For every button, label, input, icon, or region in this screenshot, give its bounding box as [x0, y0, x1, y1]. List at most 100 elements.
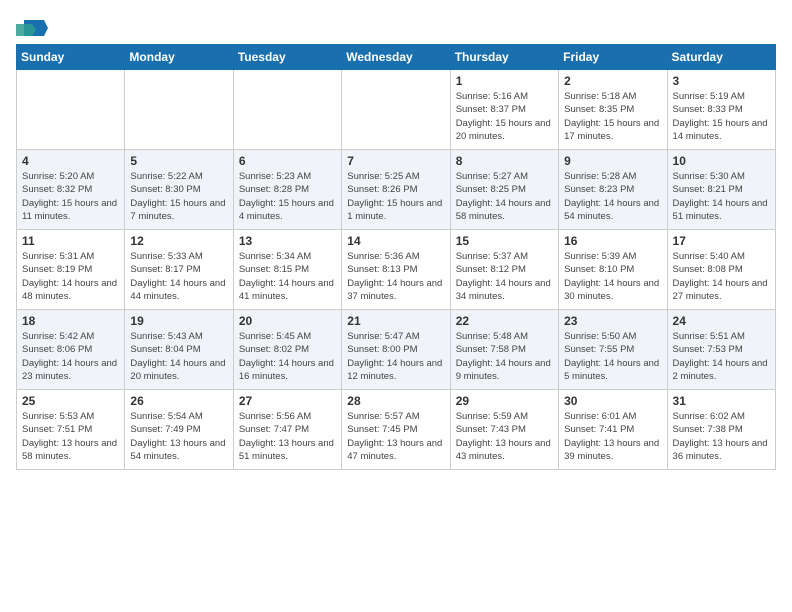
day-content: Sunrise: 5:40 AM Sunset: 8:08 PM Dayligh… [673, 250, 770, 303]
day-number: 10 [673, 154, 770, 168]
day-number: 3 [673, 74, 770, 88]
calendar-cell: 14 Sunrise: 5:36 AM Sunset: 8:13 PM Dayli… [342, 230, 450, 310]
calendar-cell: 18 Sunrise: 5:42 AM Sunset: 8:06 PM Dayli… [17, 310, 125, 390]
calendar-week-row: 25 Sunrise: 5:53 AM Sunset: 7:51 PM Dayli… [17, 390, 776, 470]
calendar-cell: 11 Sunrise: 5:31 AM Sunset: 8:19 PM Dayli… [17, 230, 125, 310]
calendar-cell: 5 Sunrise: 5:22 AM Sunset: 8:30 PM Daylig… [125, 150, 233, 230]
calendar-week-row: 1 Sunrise: 5:16 AM Sunset: 8:37 PM Daylig… [17, 70, 776, 150]
calendar-cell: 22 Sunrise: 5:48 AM Sunset: 7:58 PM Dayli… [450, 310, 558, 390]
day-number: 29 [456, 394, 553, 408]
calendar-cell: 8Sunrise: 5:27 AM Sunset: 8:25 PM Daylig… [450, 150, 558, 230]
day-content: Sunrise: 5:36 AM Sunset: 8:13 PM Dayligh… [347, 250, 444, 303]
day-number: 19 [130, 314, 227, 328]
calendar-cell: 7 Sunrise: 5:25 AM Sunset: 8:26 PM Daylig… [342, 150, 450, 230]
calendar-table: SundayMondayTuesdayWednesdayThursdayFrid… [16, 44, 776, 470]
day-number: 21 [347, 314, 444, 328]
weekday-header: Thursday [450, 45, 558, 70]
day-number: 20 [239, 314, 336, 328]
calendar-cell: 2 Sunrise: 5:18 AM Sunset: 8:35 PM Daylig… [559, 70, 667, 150]
day-number: 26 [130, 394, 227, 408]
calendar-cell: 10 Sunrise: 5:30 AM Sunset: 8:21 PM Dayli… [667, 150, 775, 230]
calendar-cell [233, 70, 341, 150]
calendar-cell: 31Sunrise: 6:02 AM Sunset: 7:38 PM Dayli… [667, 390, 775, 470]
day-number: 31 [673, 394, 770, 408]
day-content: Sunrise: 5:48 AM Sunset: 7:58 PM Dayligh… [456, 330, 553, 383]
day-number: 13 [239, 234, 336, 248]
weekday-header: Tuesday [233, 45, 341, 70]
calendar-cell: 13 Sunrise: 5:34 AM Sunset: 8:15 PM Dayli… [233, 230, 341, 310]
weekday-header: Saturday [667, 45, 775, 70]
day-content: Sunrise: 5:25 AM Sunset: 8:26 PM Dayligh… [347, 170, 444, 223]
calendar-cell: 6Sunrise: 5:23 AM Sunset: 8:28 PM Daylig… [233, 150, 341, 230]
calendar-cell: 28Sunrise: 5:57 AM Sunset: 7:45 PM Dayli… [342, 390, 450, 470]
day-number: 2 [564, 74, 661, 88]
calendar-cell: 4Sunrise: 5:20 AM Sunset: 8:32 PM Daylig… [17, 150, 125, 230]
day-content: Sunrise: 5:20 AM Sunset: 8:32 PM Dayligh… [22, 170, 119, 223]
calendar-cell: 12Sunrise: 5:33 AM Sunset: 8:17 PM Dayli… [125, 230, 233, 310]
calendar-cell: 1 Sunrise: 5:16 AM Sunset: 8:37 PM Daylig… [450, 70, 558, 150]
weekday-header: Sunday [17, 45, 125, 70]
day-number: 16 [564, 234, 661, 248]
day-number: 11 [22, 234, 119, 248]
calendar-cell: 26 Sunrise: 5:54 AM Sunset: 7:49 PM Dayli… [125, 390, 233, 470]
day-content: Sunrise: 5:28 AM Sunset: 8:23 PM Dayligh… [564, 170, 661, 223]
day-content: Sunrise: 5:59 AM Sunset: 7:43 PM Dayligh… [456, 410, 553, 463]
calendar-cell: 9Sunrise: 5:28 AM Sunset: 8:23 PM Daylig… [559, 150, 667, 230]
weekday-header: Wednesday [342, 45, 450, 70]
day-content: Sunrise: 5:19 AM Sunset: 8:33 PM Dayligh… [673, 90, 770, 143]
logo-icon [16, 16, 44, 36]
day-content: Sunrise: 5:47 AM Sunset: 8:00 PM Dayligh… [347, 330, 444, 383]
day-content: Sunrise: 5:43 AM Sunset: 8:04 PM Dayligh… [130, 330, 227, 383]
calendar-cell: 24 Sunrise: 5:51 AM Sunset: 7:53 PM Dayli… [667, 310, 775, 390]
calendar-body: 1 Sunrise: 5:16 AM Sunset: 8:37 PM Daylig… [17, 70, 776, 470]
day-number: 27 [239, 394, 336, 408]
day-number: 25 [22, 394, 119, 408]
day-number: 17 [673, 234, 770, 248]
weekday-header: Monday [125, 45, 233, 70]
day-number: 18 [22, 314, 119, 328]
page-header [16, 16, 776, 36]
day-content: Sunrise: 5:53 AM Sunset: 7:51 PM Dayligh… [22, 410, 119, 463]
day-content: Sunrise: 5:42 AM Sunset: 8:06 PM Dayligh… [22, 330, 119, 383]
day-number: 23 [564, 314, 661, 328]
day-content: Sunrise: 5:30 AM Sunset: 8:21 PM Dayligh… [673, 170, 770, 223]
day-content: Sunrise: 5:37 AM Sunset: 8:12 PM Dayligh… [456, 250, 553, 303]
day-content: Sunrise: 5:18 AM Sunset: 8:35 PM Dayligh… [564, 90, 661, 143]
day-number: 24 [673, 314, 770, 328]
day-number: 7 [347, 154, 444, 168]
day-content: Sunrise: 5:51 AM Sunset: 7:53 PM Dayligh… [673, 330, 770, 383]
calendar-week-row: 4Sunrise: 5:20 AM Sunset: 8:32 PM Daylig… [17, 150, 776, 230]
calendar-cell: 19 Sunrise: 5:43 AM Sunset: 8:04 PM Dayli… [125, 310, 233, 390]
day-content: Sunrise: 5:27 AM Sunset: 8:25 PM Dayligh… [456, 170, 553, 223]
day-content: Sunrise: 5:34 AM Sunset: 8:15 PM Dayligh… [239, 250, 336, 303]
day-content: Sunrise: 5:45 AM Sunset: 8:02 PM Dayligh… [239, 330, 336, 383]
calendar-cell [342, 70, 450, 150]
day-content: Sunrise: 5:31 AM Sunset: 8:19 PM Dayligh… [22, 250, 119, 303]
calendar-cell: 3 Sunrise: 5:19 AM Sunset: 8:33 PM Daylig… [667, 70, 775, 150]
day-number: 6 [239, 154, 336, 168]
calendar-cell: 29 Sunrise: 5:59 AM Sunset: 7:43 PM Dayli… [450, 390, 558, 470]
calendar-cell: 25 Sunrise: 5:53 AM Sunset: 7:51 PM Dayli… [17, 390, 125, 470]
calendar-header: SundayMondayTuesdayWednesdayThursdayFrid… [17, 45, 776, 70]
day-content: Sunrise: 5:16 AM Sunset: 8:37 PM Dayligh… [456, 90, 553, 143]
calendar-cell: 21 Sunrise: 5:47 AM Sunset: 8:00 PM Dayli… [342, 310, 450, 390]
day-number: 1 [456, 74, 553, 88]
day-content: Sunrise: 5:50 AM Sunset: 7:55 PM Dayligh… [564, 330, 661, 383]
weekday-header: Friday [559, 45, 667, 70]
calendar-cell: 23 Sunrise: 5:50 AM Sunset: 7:55 PM Dayli… [559, 310, 667, 390]
calendar-cell: 20 Sunrise: 5:45 AM Sunset: 8:02 PM Dayli… [233, 310, 341, 390]
day-number: 5 [130, 154, 227, 168]
calendar-cell [17, 70, 125, 150]
day-number: 30 [564, 394, 661, 408]
day-number: 15 [456, 234, 553, 248]
day-content: Sunrise: 5:57 AM Sunset: 7:45 PM Dayligh… [347, 410, 444, 463]
logo [16, 16, 48, 36]
day-content: Sunrise: 5:33 AM Sunset: 8:17 PM Dayligh… [130, 250, 227, 303]
calendar-cell: 15 Sunrise: 5:37 AM Sunset: 8:12 PM Dayli… [450, 230, 558, 310]
day-number: 14 [347, 234, 444, 248]
day-content: Sunrise: 5:56 AM Sunset: 7:47 PM Dayligh… [239, 410, 336, 463]
day-number: 22 [456, 314, 553, 328]
weekday-row: SundayMondayTuesdayWednesdayThursdayFrid… [17, 45, 776, 70]
day-content: Sunrise: 5:22 AM Sunset: 8:30 PM Dayligh… [130, 170, 227, 223]
day-content: Sunrise: 5:54 AM Sunset: 7:49 PM Dayligh… [130, 410, 227, 463]
